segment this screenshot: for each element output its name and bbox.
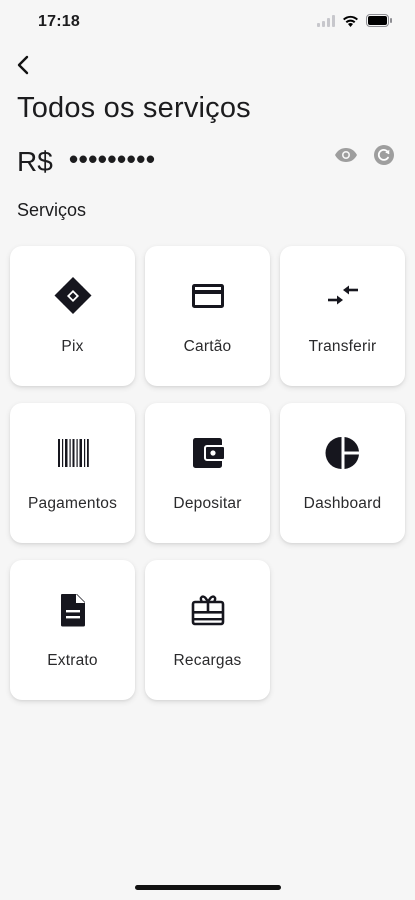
gift-card-icon [188,590,228,630]
service-label: Cartão [183,338,232,355]
pie-chart-icon [323,433,363,473]
home-indicator[interactable] [135,885,281,890]
barcode-icon [53,433,93,473]
battery-icon [366,14,393,32]
service-label: Depositar [173,495,242,512]
service-card-pagamentos[interactable]: Pagamentos [10,403,135,543]
service-label: Dashboard [303,495,382,512]
service-card-transferir[interactable]: Transferir [280,246,405,386]
status-icons [317,14,393,32]
eye-icon [334,147,358,168]
page-title: Todos os serviços [17,92,251,124]
section-title: Serviços [17,200,87,220]
service-card-pix[interactable]: Pix [10,246,135,386]
service-card-recargas[interactable]: Recargas [145,560,270,700]
service-card-cartao[interactable]: Cartão [145,246,270,386]
service-card-depositar[interactable]: Depositar [145,403,270,543]
service-label: Pagamentos [27,495,118,512]
transfer-icon [323,276,363,316]
service-label: Transferir [308,338,377,355]
services-grid: Pix Cartão Transferir Pagamentos Deposit… [10,246,406,700]
status-time: 17:18 [38,13,80,30]
balance-currency: R$ [17,146,53,177]
refresh-icon [373,144,395,171]
back-button[interactable] [10,54,36,80]
balance-row: R$ ••••••••• [17,144,395,182]
service-label: Pix [61,338,84,355]
service-card-extrato[interactable]: Extrato [10,560,135,700]
service-label: Extrato [47,652,98,669]
service-label: Recargas [173,652,242,669]
balance-masked-value: ••••••••• [69,144,156,174]
status-bar: 17:18 [0,0,415,44]
chevron-left-icon [16,54,30,81]
wifi-icon [342,14,359,32]
refresh-balance-button[interactable] [373,144,395,171]
document-icon [53,590,93,630]
service-card-dashboard[interactable]: Dashboard [280,403,405,543]
toggle-balance-visibility-button[interactable] [333,146,359,168]
signal-icon [317,14,335,32]
card-icon [188,276,228,316]
wallet-icon [188,433,228,473]
pix-icon [53,276,93,316]
